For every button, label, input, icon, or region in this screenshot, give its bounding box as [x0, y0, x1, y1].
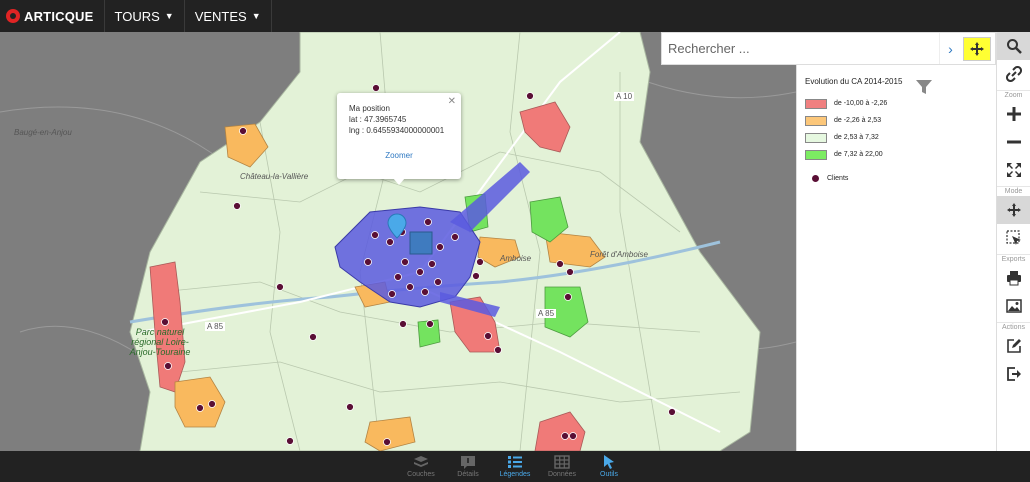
legend-swatch [805, 115, 827, 126]
details-icon [460, 455, 476, 469]
close-icon[interactable]: ✕ [448, 96, 456, 107]
map-label-foret: Forêt d'Amboise [590, 250, 648, 259]
print-button[interactable] [997, 264, 1030, 292]
top-bar: ARTICQUE TOURS ▼ VENTES ▼ [0, 0, 1030, 32]
map-label-amboise: Amboise [500, 254, 532, 263]
legend-class-2[interactable]: de -2,26 à 2,53 [805, 112, 988, 129]
menu-tours[interactable]: TOURS ▼ [103, 0, 184, 32]
pan-mode-button[interactable] [963, 36, 991, 61]
popup-tip [393, 178, 405, 185]
right-toolbar: Zoom Mode Exports Actions [996, 32, 1030, 451]
logout-icon [1007, 367, 1021, 381]
clients-dot-icon [812, 175, 819, 182]
cursor-icon [601, 455, 617, 469]
tab-couches[interactable]: Couches [398, 451, 445, 482]
map-label-chateau: Château-la-Vallière [240, 172, 309, 181]
plus-icon [1007, 107, 1021, 121]
zoom-in-button[interactable] [997, 100, 1030, 128]
minus-icon [1007, 140, 1021, 144]
tab-label: Outils [600, 471, 618, 478]
selection-icon [1006, 230, 1021, 245]
sign-out-button[interactable] [997, 360, 1030, 388]
print-icon [1007, 271, 1021, 286]
tab-donnees[interactable]: Données [539, 451, 586, 482]
tab-label: Couches [407, 471, 435, 478]
legend-classes: de -10,00 à -2,26 de -2,26 à 2,53 de 2,5… [805, 95, 988, 163]
search-button[interactable] [997, 32, 1030, 60]
grid-icon [554, 455, 570, 469]
filter-icon[interactable] [915, 79, 933, 95]
toolbar-section-exports: Exports [997, 254, 1030, 264]
bottom-tab-bar: Couches Détails Légendes Données Outils [0, 451, 1030, 482]
caret-down-icon: ▼ [251, 11, 261, 21]
search-bar: › [661, 32, 996, 65]
tab-outils[interactable]: Outils [586, 451, 633, 482]
legend-swatch [805, 98, 827, 109]
layers-icon [413, 455, 429, 469]
position-popup: ✕ Ma position lat : 47.3965745 lng : 0.6… [337, 93, 461, 179]
popup-lng: lng : 0.6455934000000001 [349, 126, 445, 135]
caret-down-icon: ▼ [164, 11, 174, 21]
edit-icon [1007, 339, 1021, 353]
menu-ventes-label: VENTES [194, 8, 247, 24]
legend-panel: Evolution du CA 2014-2015 de -10,00 à -2… [796, 65, 996, 451]
expand-icon [1007, 163, 1021, 177]
map-label-a10: A 10 [614, 92, 635, 101]
zoom-out-button[interactable] [997, 128, 1030, 156]
legend-class-4[interactable]: de 7,32 à 22,00 [805, 146, 988, 163]
toolbar-section-zoom: Zoom [997, 90, 1030, 100]
move-icon [1007, 203, 1021, 217]
pan-tool-button[interactable] [997, 196, 1030, 224]
full-extent-button[interactable] [997, 156, 1030, 184]
tab-label: Données [547, 471, 577, 478]
legend-class-3[interactable]: de 2,53 à 7,32 [805, 129, 988, 146]
tab-legendes[interactable]: Légendes [492, 451, 539, 482]
logo-text: ARTICQUE [24, 8, 94, 24]
search-input[interactable] [662, 33, 939, 64]
move-icon [970, 41, 984, 56]
menu-tours-label: TOURS [114, 8, 160, 24]
app-logo[interactable]: ARTICQUE [0, 0, 104, 32]
legend-clients[interactable]: Clients [812, 175, 988, 182]
chevron-right-icon[interactable]: › [939, 33, 961, 64]
position-area-marker[interactable] [409, 231, 433, 255]
map-label-bauge: Baugé-en-Anjou [14, 128, 72, 137]
legend-clients-label: Clients [827, 175, 849, 182]
map-label-a85-west: A 85 [205, 322, 226, 331]
legend-swatch [805, 132, 827, 143]
map-label-parc: Parc naturel régional Loire-Anjou-Tourai… [129, 327, 191, 357]
link-button[interactable] [997, 60, 1030, 88]
legend-icon [507, 455, 523, 469]
toolbar-section-mode: Mode [997, 186, 1030, 196]
legend-class-label: de -10,00 à -2,26 [834, 100, 888, 107]
zoom-to-position-link[interactable]: Zoomer [349, 150, 449, 161]
tab-label: Légendes [499, 471, 531, 478]
popup-lat: lat : 47.3965745 [349, 115, 407, 124]
search-icon [1007, 39, 1022, 54]
popup-title: Ma position [349, 104, 390, 113]
map-label-a85-east: A 85 [536, 309, 557, 318]
logo-icon [6, 9, 20, 23]
legend-swatch [805, 149, 827, 160]
legend-class-1[interactable]: de -10,00 à -2,26 [805, 95, 988, 112]
tab-label: Détails [457, 471, 479, 478]
link-icon [1006, 66, 1022, 82]
toolbar-section-actions: Actions [997, 322, 1030, 332]
legend-title: Evolution du CA 2014-2015 [805, 77, 903, 86]
select-tool-button[interactable] [997, 224, 1030, 252]
legend-class-label: de 7,32 à 22,00 [834, 151, 883, 158]
image-icon [1006, 299, 1022, 313]
tab-details[interactable]: Détails [445, 451, 492, 482]
legend-class-label: de 2,53 à 7,32 [834, 134, 879, 141]
export-image-button[interactable] [997, 292, 1030, 320]
edit-button[interactable] [997, 332, 1030, 360]
legend-class-label: de -2,26 à 2,53 [834, 117, 882, 124]
menu-ventes[interactable]: VENTES ▼ [183, 0, 272, 32]
